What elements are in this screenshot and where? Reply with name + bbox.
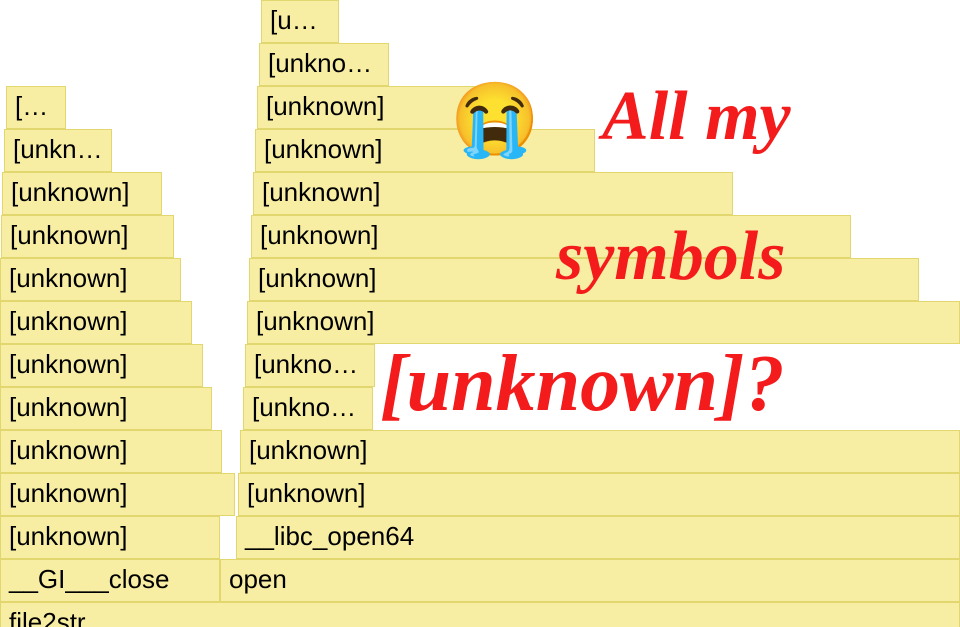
flame-frame[interactable]: [unknown] (240, 430, 960, 473)
flame-frame[interactable]: [un… (261, 0, 339, 43)
flame-frame[interactable]: [unknown] (249, 258, 919, 301)
flame-frame[interactable]: [unknown] (253, 172, 733, 215)
flame-frame[interactable]: [unknown] (0, 387, 212, 430)
flame-frame[interactable]: [unknown] (255, 129, 595, 172)
flame-frame[interactable]: [un… (6, 86, 66, 129)
flame-frame[interactable]: [unknown] (0, 301, 192, 344)
flame-frame[interactable]: [unknown] (1, 215, 174, 258)
flame-frame[interactable]: [unknown] (0, 344, 203, 387)
flame-frame[interactable]: [unkn… (4, 129, 112, 172)
flame-frame[interactable]: [unknown] (2, 172, 162, 215)
annotation-line-3: [unknown]? (380, 340, 785, 428)
flame-frame[interactable]: [unknown] (0, 473, 235, 516)
flame-frame[interactable]: __GI___close (0, 559, 220, 602)
flame-frame[interactable]: [unknown] (257, 86, 507, 129)
flame-frame[interactable]: [unknown] (247, 301, 960, 344)
flame-frame[interactable]: [unknown] (0, 430, 222, 473)
screenshot-canvas: { "flamegraph": { "left_frames": [ { "la… (0, 0, 960, 627)
flame-frame[interactable]: [unknown] (238, 473, 960, 516)
flame-frame[interactable]: [unknown] (245, 344, 375, 387)
annotation-line-1: All my (602, 78, 791, 155)
flame-frame[interactable]: open (220, 559, 960, 602)
flame-frame[interactable]: [unknown] (251, 215, 851, 258)
flame-frame[interactable]: [unknown] (0, 516, 220, 559)
flame-frame[interactable]: __libc_open64 (236, 516, 960, 559)
flame-frame[interactable]: [unknown] (0, 258, 181, 301)
flame-frame[interactable]: file2str (0, 602, 960, 627)
flame-frame[interactable]: [unknown] (243, 387, 373, 430)
flame-frame[interactable]: [unkno… (259, 43, 389, 86)
